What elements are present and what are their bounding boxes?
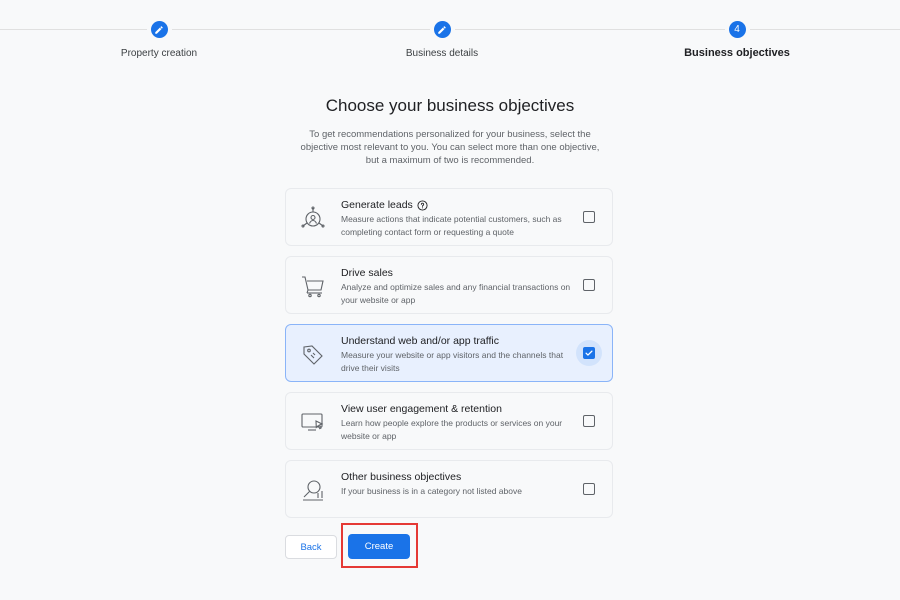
tag-icon — [300, 341, 326, 367]
step-label-active: Business objectives — [684, 47, 790, 59]
objective-checkbox[interactable] — [583, 483, 595, 495]
screen-cursor-icon — [300, 409, 326, 435]
objective-description: Analyze and optimize sales and any finan… — [341, 282, 571, 305]
objective-title-text: View user engagement & retention — [341, 403, 502, 415]
objective-card-understand-traffic[interactable]: Understand web and/or app traffic Measur… — [285, 324, 613, 382]
leads-icon — [300, 205, 326, 231]
objective-checkbox[interactable] — [583, 211, 595, 223]
objective-checkbox[interactable] — [583, 279, 595, 291]
step-label: Property creation — [120, 48, 198, 59]
step-property-creation[interactable]: Property creation — [59, 21, 259, 59]
objective-description: Measure your website or app visitors and… — [341, 350, 564, 373]
objective-description: Learn how people explore the products or… — [341, 418, 563, 441]
help-icon[interactable] — [417, 199, 428, 211]
step-business-objectives: 4 Business objectives — [637, 21, 837, 59]
objective-description: Measure actions that indicate potential … — [341, 214, 562, 237]
objective-title: View user engagement & retention — [341, 403, 502, 415]
objective-title: Other business objectives — [341, 471, 461, 483]
checkmark-icon — [585, 350, 593, 356]
stepper: Property creation Business details 4 Bus… — [0, 0, 900, 80]
create-button[interactable]: Create — [348, 534, 410, 559]
page-description: To get recommendations personalized for … — [300, 129, 600, 166]
objective-description: If your business is in a category not li… — [341, 486, 522, 496]
objective-title-text: Drive sales — [341, 267, 393, 279]
objective-card-drive-sales[interactable]: Drive sales Analyze and optimize sales a… — [285, 256, 613, 314]
step-2-indicator — [433, 21, 451, 38]
objective-card-user-engagement[interactable]: View user engagement & retention Learn h… — [285, 392, 613, 450]
objective-checkbox[interactable] — [583, 415, 595, 427]
step-label: Business details — [405, 48, 479, 59]
page-title: Choose your business objectives — [325, 96, 575, 115]
step-business-details[interactable]: Business details — [342, 21, 542, 59]
step-1-indicator — [150, 21, 168, 38]
objective-title-text: Understand web and/or app traffic — [341, 335, 499, 347]
objective-title: Drive sales — [341, 267, 393, 279]
objective-card-generate-leads[interactable]: Generate leads Measure actions that indi… — [285, 188, 613, 246]
objectives-list: Generate leads Measure actions that indi… — [285, 188, 613, 528]
objective-title-text: Generate leads — [341, 199, 413, 211]
back-button[interactable]: Back — [285, 535, 337, 559]
cart-icon — [300, 273, 326, 299]
pencil-icon — [438, 25, 446, 34]
magnifier-icon — [300, 477, 326, 503]
objective-title-text: Other business objectives — [341, 471, 462, 483]
pencil-icon — [155, 25, 163, 34]
objective-title: Understand web and/or app traffic — [341, 335, 499, 347]
step-4-indicator: 4 — [728, 21, 746, 38]
objective-title: Generate leads — [341, 199, 428, 211]
objective-card-other[interactable]: Other business objectives If your busine… — [285, 460, 613, 518]
objective-checkbox-checked[interactable] — [583, 347, 595, 359]
